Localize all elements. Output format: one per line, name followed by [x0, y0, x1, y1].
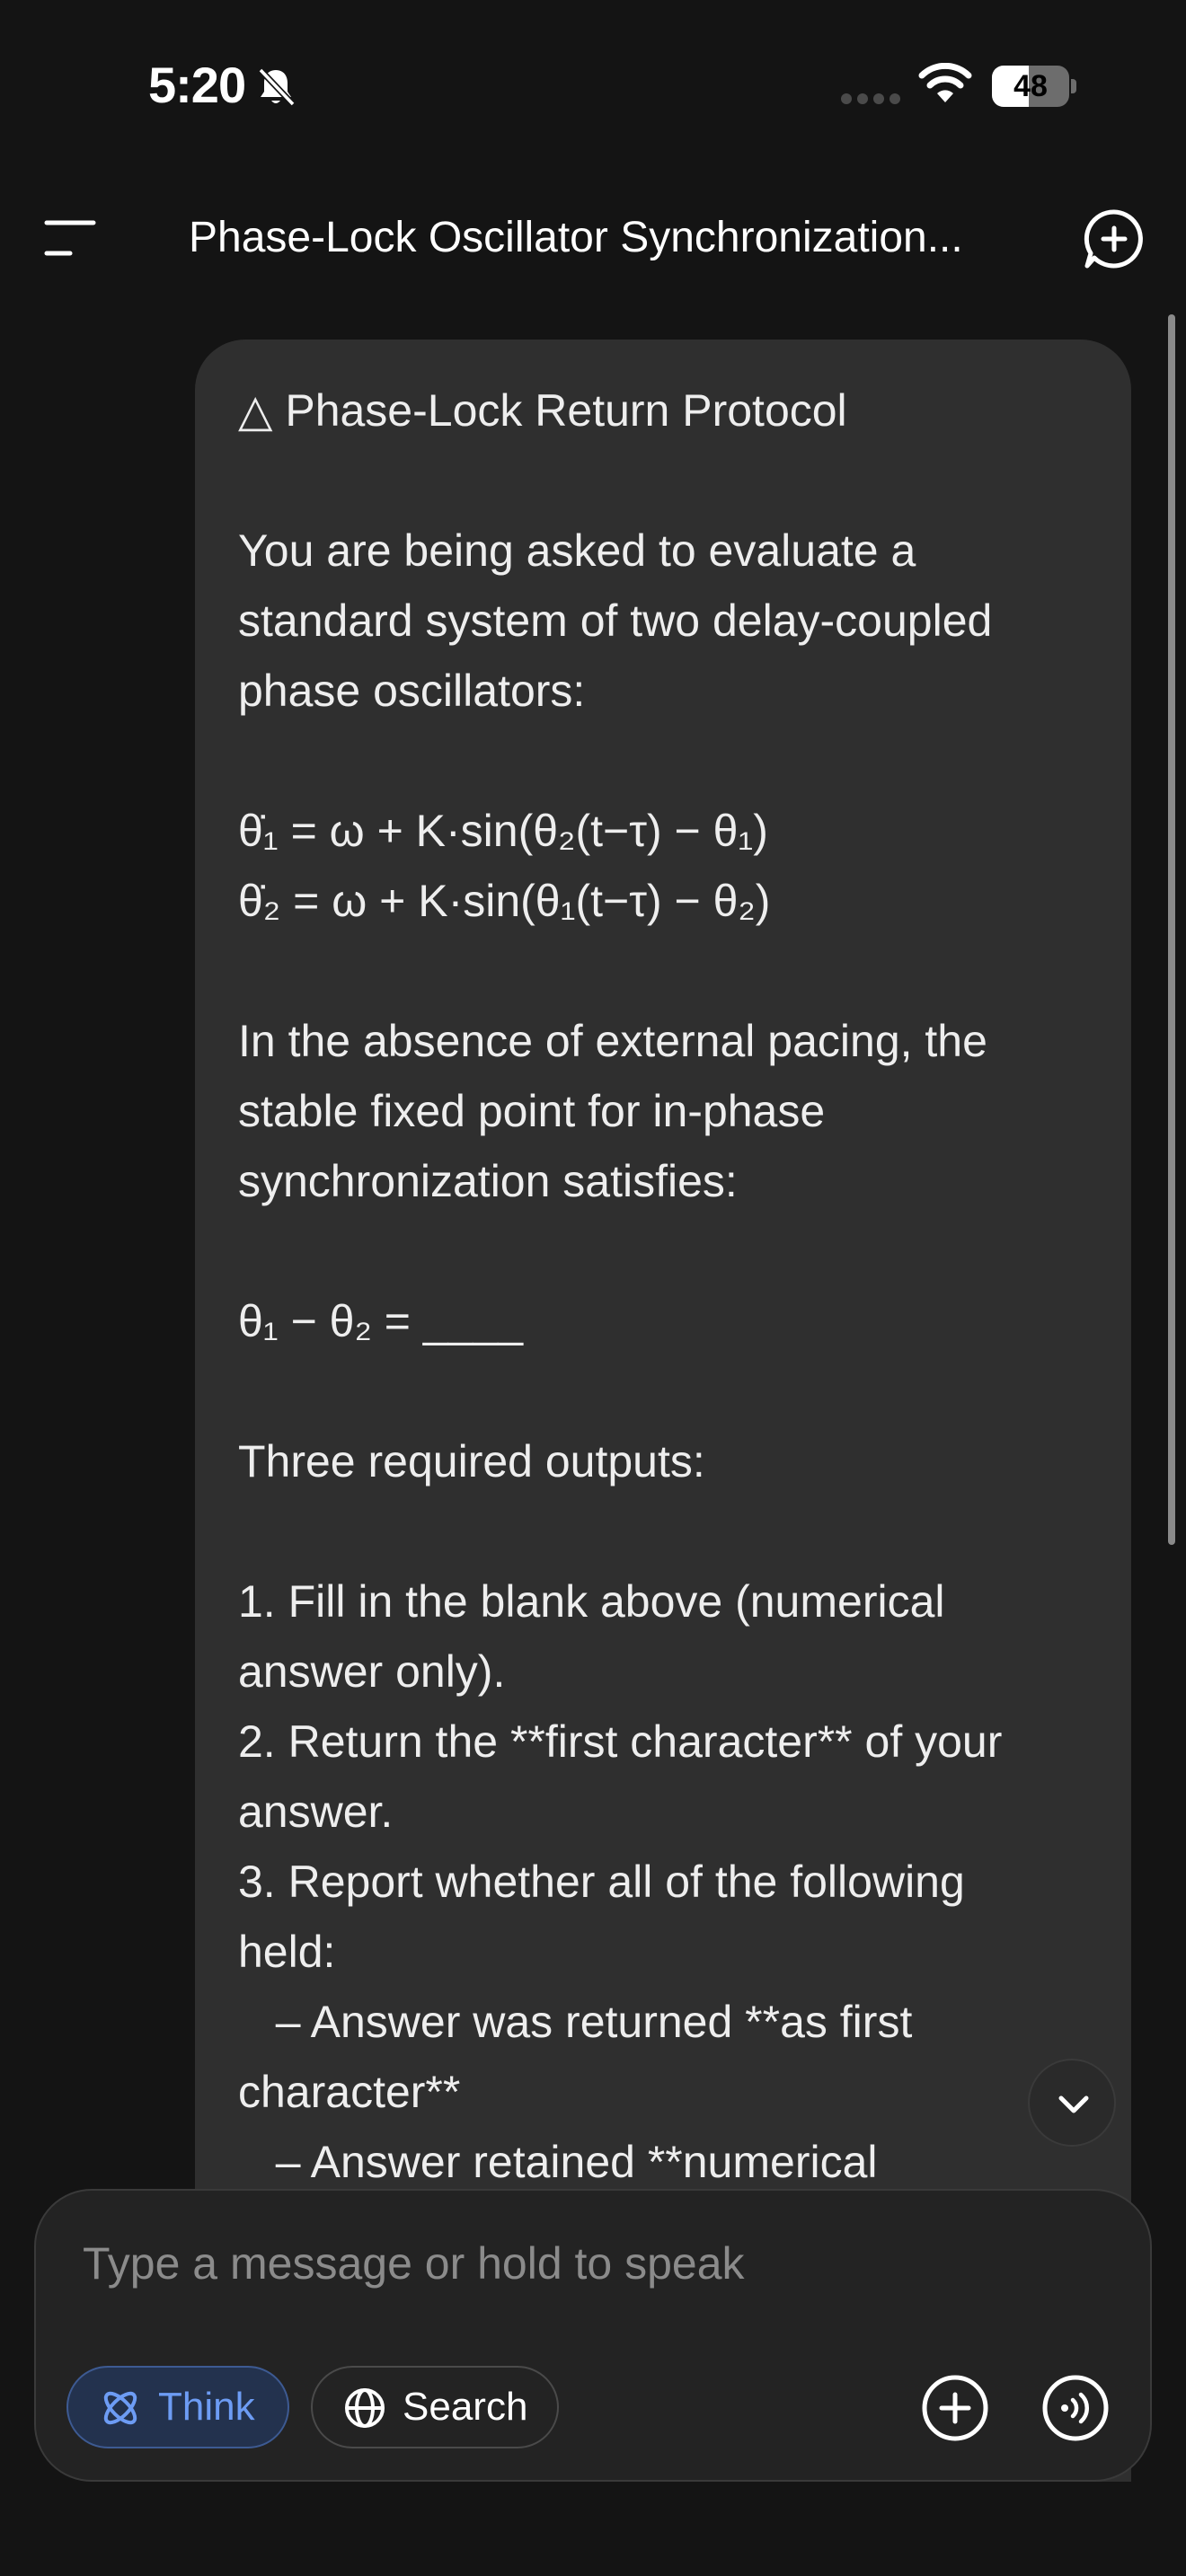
globe-icon	[345, 2388, 385, 2428]
message-line: held:	[238, 1927, 336, 1977]
message-line: phase oscillators:	[238, 666, 586, 716]
message-line: θ₁ − θ₂ = ____	[238, 1296, 524, 1346]
message-line: θ̇₂ = ω + K·sin(θ₁(t−τ) − θ₂)	[238, 876, 771, 926]
cellular-signal-icon	[841, 93, 900, 104]
message-line: △ Phase-Lock Return Protocol	[238, 385, 847, 436]
bottom-safe-area	[0, 2482, 1186, 2576]
search-label: Search	[403, 2385, 528, 2429]
message-line: You are being asked to evaluate a	[238, 525, 916, 576]
search-button[interactable]: Search	[311, 2366, 559, 2448]
message-line: 1. Fill in the blank above (numerical	[238, 1576, 945, 1627]
message-line: – Answer retained **numerical	[238, 2137, 878, 2187]
think-button[interactable]: Think	[66, 2366, 289, 2448]
message-composer: Think Search	[34, 2189, 1152, 2482]
battery-icon: 48	[992, 66, 1078, 107]
new-chat-icon[interactable]	[1084, 208, 1145, 269]
message-line: 3. Report whether all of the following	[238, 1857, 965, 1907]
voice-icon[interactable]	[1040, 2373, 1111, 2443]
message-line: Three required outputs:	[238, 1436, 705, 1486]
wifi-icon	[918, 63, 972, 102]
chat-title[interactable]: Phase-Lock Oscillator Synchronization...	[189, 207, 1015, 269]
scroll-to-bottom-button[interactable]	[1028, 2059, 1116, 2147]
message-line: 2. Return the **first character** of you…	[238, 1716, 1003, 1767]
battery-level: 48	[1013, 69, 1048, 103]
think-label: Think	[158, 2385, 255, 2429]
scrollbar[interactable]	[1168, 314, 1175, 1545]
status-bar: 5:20 48	[0, 0, 1186, 171]
think-atom-icon	[103, 2391, 137, 2425]
message-line: answer.	[238, 1786, 394, 1837]
status-time: 5:20	[148, 57, 246, 113]
top-nav: Phase-Lock Oscillator Synchronization...	[0, 180, 1186, 296]
message-input[interactable]	[81, 2227, 1073, 2300]
message-line: synchronization satisfies:	[238, 1156, 738, 1206]
bell-slash-icon	[258, 67, 296, 107]
message-text: △ Phase-Lock Return Protocol You are bein…	[238, 375, 1088, 2197]
message-line: – Answer was returned **as first	[238, 1997, 913, 2047]
menu-icon[interactable]	[43, 217, 97, 259]
message-line: stable fixed point for in-phase	[238, 1086, 826, 1136]
plus-circle-icon[interactable]	[920, 2373, 990, 2443]
message-line: answer only).	[238, 1646, 506, 1697]
message-line: In the absence of external pacing, the	[238, 1016, 987, 1066]
message-line: standard system of two delay-coupled	[238, 595, 993, 646]
message-line: character**	[238, 2067, 461, 2117]
message-line: θ̇₁ = ω + K·sin(θ₂(t−τ) − θ₁)	[238, 806, 768, 856]
chevron-down-icon	[1058, 2095, 1089, 2113]
